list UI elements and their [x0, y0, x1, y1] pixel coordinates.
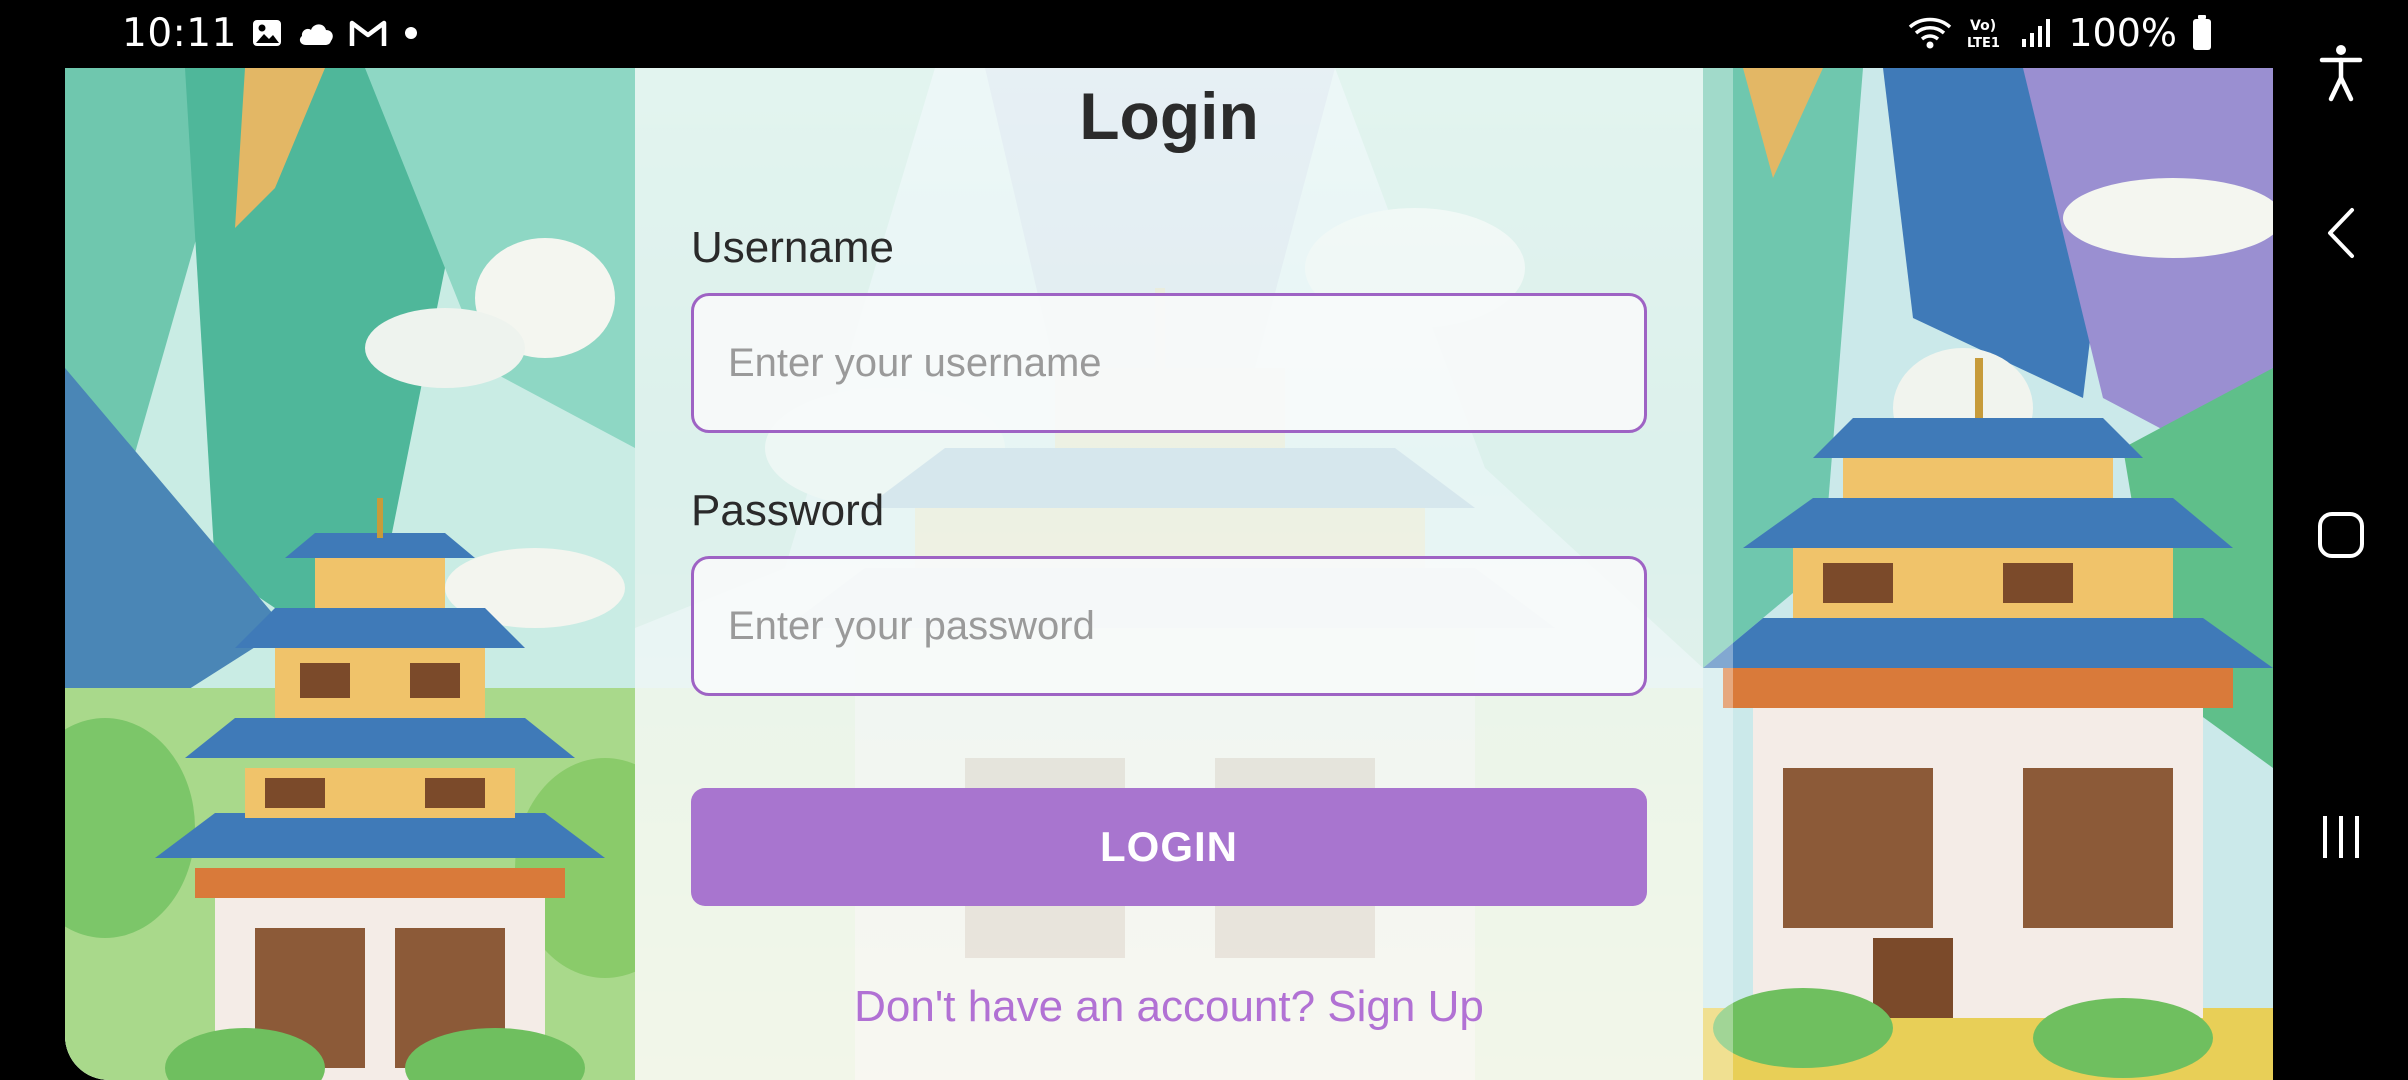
cloud-icon	[297, 20, 335, 46]
accessibility-icon	[2319, 44, 2363, 107]
signal-icon	[2020, 17, 2054, 49]
battery-icon	[2191, 14, 2213, 52]
username-input[interactable]	[691, 293, 1647, 433]
status-left: 10:11	[122, 10, 421, 56]
dot-icon	[401, 23, 421, 43]
status-time: 10:11	[122, 10, 237, 56]
svg-text:LTE1: LTE1	[1967, 36, 2000, 51]
accessibility-button[interactable]	[2273, 40, 2408, 110]
background-image-right	[1703, 68, 2273, 1080]
login-button[interactable]: LOGIN	[691, 788, 1647, 906]
wifi-icon	[1908, 15, 1952, 51]
username-label: Username	[691, 223, 894, 272]
recents-icon	[2317, 812, 2365, 867]
gmail-icon	[349, 18, 387, 48]
login-form: Login Username Password LOGIN Don't have…	[635, 68, 1703, 1080]
back-icon	[2324, 207, 2358, 264]
svg-text:Vo): Vo)	[1970, 18, 1996, 34]
form-backdrop-edge	[1703, 68, 1733, 1080]
app-viewport: Login Username Password LOGIN Don't have…	[65, 68, 2273, 1080]
navigation-bar	[2273, 0, 2408, 1080]
home-icon	[2316, 510, 2366, 565]
back-button[interactable]	[2273, 200, 2408, 270]
home-button[interactable]	[2273, 502, 2408, 572]
gallery-icon	[251, 17, 283, 49]
password-input[interactable]	[691, 556, 1647, 696]
volte-icon: Vo) LTE1	[1966, 15, 2006, 51]
page-title: Login	[1079, 79, 1259, 153]
battery-percent: 100%	[2068, 11, 2177, 55]
signup-link[interactable]: Don't have an account? Sign Up	[635, 982, 1703, 1032]
password-label: Password	[691, 486, 885, 535]
status-bar: 10:11 Vo) LTE1 100%	[0, 0, 2273, 68]
background-image-left	[65, 68, 635, 1080]
status-right: Vo) LTE1 100%	[1908, 10, 2213, 56]
recents-button[interactable]	[2273, 804, 2408, 874]
